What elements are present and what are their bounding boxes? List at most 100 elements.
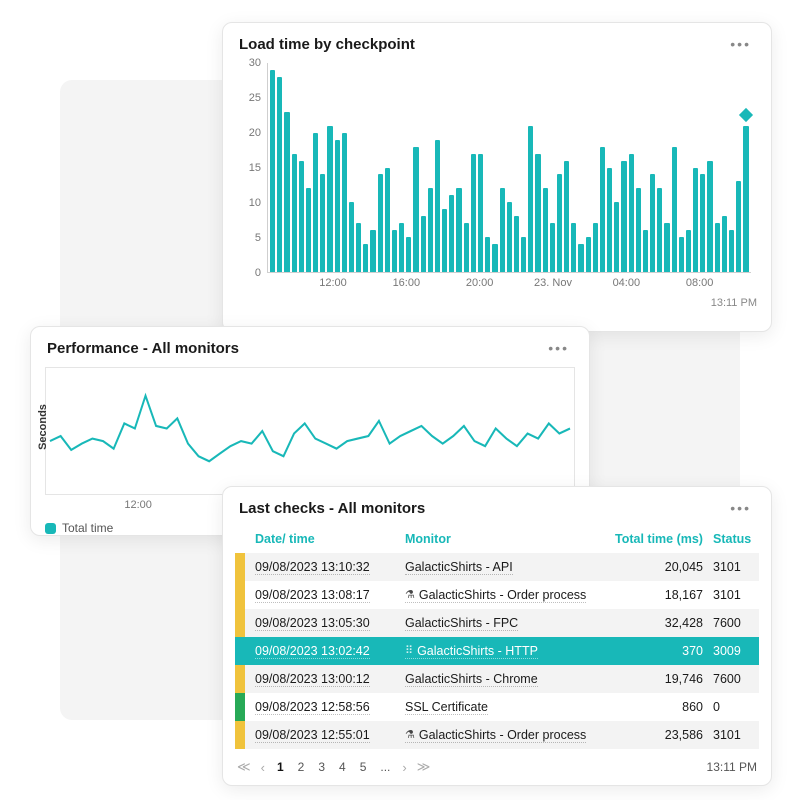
cell-monitor[interactable]: GalacticShirts - Chrome [405, 672, 538, 687]
bar [550, 223, 555, 272]
bar [729, 230, 734, 272]
load-y-axis: 051015202530 [241, 63, 263, 273]
bar [578, 244, 583, 272]
flask-icon: ⚗ [405, 728, 415, 741]
performance-more-icon[interactable]: ••• [544, 339, 573, 357]
table-row[interactable]: 09/08/2023 12:55:01 ⚗GalacticShirts - Ord… [235, 721, 759, 749]
bar [500, 188, 505, 272]
cell-monitor[interactable]: GalacticShirts - FPC [405, 616, 518, 631]
cell-status: 7600 [713, 616, 773, 630]
table-row[interactable]: 09/08/2023 13:10:32GalacticShirts - API2… [235, 553, 759, 581]
bar [736, 181, 741, 272]
status-chip [235, 637, 245, 665]
bar [385, 168, 390, 273]
cell-monitor[interactable]: ⠿GalacticShirts - HTTP [405, 644, 538, 659]
bar [679, 237, 684, 272]
bar [629, 154, 634, 272]
bar [428, 188, 433, 272]
col-total[interactable]: Total time (ms) [615, 532, 703, 546]
col-date[interactable]: Date/ time [255, 532, 395, 546]
col-monitor[interactable]: Monitor [405, 532, 605, 546]
cell-status: 3101 [713, 588, 773, 602]
bar [421, 216, 426, 272]
last-checks-card: Last checks - All monitors ••• Date/ tim… [222, 486, 772, 786]
bar [306, 188, 311, 272]
table-row[interactable]: 09/08/2023 13:05:30 GalacticShirts - FPC 3… [235, 609, 759, 637]
cell-total-time: 32,428 [615, 616, 703, 630]
bar [535, 154, 540, 272]
performance-title: Performance - All monitors [47, 340, 239, 357]
pager-page-...[interactable]: ... [378, 760, 392, 774]
bar [320, 174, 325, 272]
bar [543, 188, 548, 272]
bar [614, 202, 619, 272]
cell-monitor[interactable]: GalacticShirts - API [405, 560, 513, 575]
pager-page-5[interactable]: 5 [358, 760, 369, 774]
bar [743, 126, 748, 272]
last-checks-title: Last checks - All monitors [239, 500, 425, 517]
load-more-icon[interactable]: ••• [726, 35, 755, 53]
table-row[interactable]: 09/08/2023 13:08:17 ⚗GalacticShirts - Ord… [235, 581, 759, 609]
bar [292, 154, 297, 272]
bar [686, 230, 691, 272]
pager-page-2[interactable]: 2 [296, 760, 307, 774]
status-chip [235, 693, 245, 721]
cell-total-time: 18,167 [615, 588, 703, 602]
cell-date[interactable]: 09/08/2023 13:10:32 [255, 560, 370, 575]
cell-date[interactable]: 09/08/2023 13:02:42 [255, 644, 370, 659]
cell-monitor[interactable]: ⚗GalacticShirts - Order process [405, 728, 586, 743]
pager-page-4[interactable]: 4 [337, 760, 348, 774]
pager-page-3[interactable]: 3 [316, 760, 327, 774]
pager-first[interactable]: ≪ [237, 759, 251, 775]
load-time-title: Load time by checkpoint [239, 36, 415, 53]
bar [406, 237, 411, 272]
cell-date[interactable]: 09/08/2023 13:08:17 [255, 588, 370, 603]
cell-status: 3101 [713, 728, 773, 742]
cell-date[interactable]: 09/08/2023 12:55:01 [255, 728, 370, 743]
bar [507, 202, 512, 272]
bar [363, 244, 368, 272]
checks-timestamp: 13:11 PM [707, 760, 757, 774]
load-time-card: Load time by checkpoint ••• 051015202530… [222, 22, 772, 332]
bar [399, 223, 404, 272]
table-row[interactable]: 09/08/2023 12:58:56SSL Certificate8600 [235, 693, 759, 721]
cell-date[interactable]: 09/08/2023 13:05:30 [255, 616, 370, 631]
bar [715, 223, 720, 272]
pager-last[interactable]: ≫ [417, 759, 431, 775]
bar [277, 77, 282, 272]
last-checks-more-icon[interactable]: ••• [726, 499, 755, 517]
table-row[interactable]: 09/08/2023 13:00:12 GalacticShirts - Chro… [235, 665, 759, 693]
bar [621, 161, 626, 272]
bar [492, 244, 497, 272]
legend-swatch-icon [45, 523, 56, 534]
bar [370, 230, 375, 272]
bar [270, 70, 275, 272]
bar [722, 216, 727, 272]
pager-page-1[interactable]: 1 [275, 760, 286, 774]
bar [643, 230, 648, 272]
bar [485, 237, 490, 272]
cell-date[interactable]: 09/08/2023 12:58:56 [255, 700, 370, 715]
legend-total-time: Total time [62, 521, 113, 535]
bar [349, 202, 354, 272]
load-x-axis: 12:0016:0020:0023. Nov04:0008:00 [267, 275, 751, 295]
cell-monitor[interactable]: ⚗GalacticShirts - Order process [405, 588, 586, 603]
cell-date[interactable]: 09/08/2023 13:00:12 [255, 672, 370, 687]
status-chip [235, 665, 245, 693]
cell-monitor[interactable]: SSL Certificate [405, 700, 488, 715]
grid-icon: ⠿ [405, 644, 413, 657]
cell-status: 7600 [713, 672, 773, 686]
bar [342, 133, 347, 272]
cell-status: 3009 [713, 644, 773, 658]
bar [478, 154, 483, 272]
table-row[interactable]: 09/08/2023 13:02:42 ⠿GalacticShirts - HTT… [235, 637, 759, 665]
pager-next[interactable]: › [402, 760, 406, 775]
pager-prev[interactable]: ‹ [261, 760, 265, 775]
bar [413, 147, 418, 272]
pager: ≪ ‹ 12345... › ≫ 13:11 PM [237, 759, 757, 775]
load-bar-chart [267, 63, 751, 273]
bar [607, 168, 612, 273]
col-status[interactable]: Status [713, 532, 773, 546]
bar [657, 188, 662, 272]
load-timestamp: 13:11 PM [223, 295, 771, 319]
